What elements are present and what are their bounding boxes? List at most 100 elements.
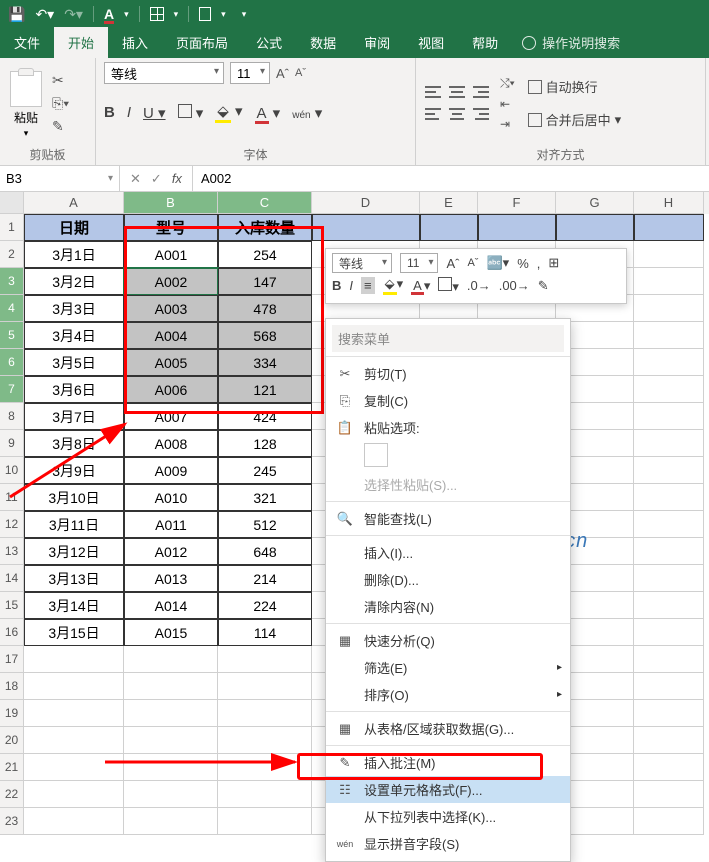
- align-top-icon[interactable]: [424, 85, 442, 99]
- cell[interactable]: A002: [124, 268, 218, 295]
- cell[interactable]: A005: [124, 349, 218, 376]
- row-header[interactable]: 13: [0, 538, 24, 565]
- fx-icon[interactable]: fx: [172, 171, 182, 186]
- cell[interactable]: 3月2日: [24, 268, 124, 295]
- cell[interactable]: 254: [218, 241, 312, 268]
- row-header[interactable]: 20: [0, 727, 24, 754]
- align-middle-icon[interactable]: [448, 85, 466, 99]
- tab-page-layout[interactable]: 页面布局: [162, 27, 242, 58]
- column-header[interactable]: A: [24, 192, 124, 214]
- mini-bold-button[interactable]: B: [332, 278, 341, 293]
- menu-copy[interactable]: ⎘复制(C): [326, 387, 570, 414]
- cell[interactable]: A008: [124, 430, 218, 457]
- cell[interactable]: 3月13日: [24, 565, 124, 592]
- qat-customize-icon[interactable]: ▾: [242, 9, 247, 20]
- align-bottom-icon[interactable]: [472, 85, 490, 99]
- cell[interactable]: 3月7日: [24, 403, 124, 430]
- merge-center-button[interactable]: 合并后居中 ▾: [523, 107, 627, 132]
- align-center-icon[interactable]: [448, 107, 466, 121]
- font-color-qat-icon[interactable]: A: [104, 6, 114, 22]
- increase-indent-icon[interactable]: ⇥: [500, 117, 515, 131]
- cell[interactable]: [124, 646, 218, 673]
- underline-button[interactable]: U ▾: [143, 104, 166, 122]
- cell[interactable]: 3月5日: [24, 349, 124, 376]
- row-header[interactable]: 21: [0, 754, 24, 781]
- mini-increase-font-icon[interactable]: Aˆ: [446, 256, 459, 271]
- cell[interactable]: [124, 673, 218, 700]
- column-header[interactable]: B: [124, 192, 218, 214]
- cell[interactable]: 245: [218, 457, 312, 484]
- tell-me-search[interactable]: 操作说明搜索: [512, 27, 630, 58]
- cell[interactable]: [634, 322, 704, 349]
- tab-view[interactable]: 视图: [404, 27, 458, 58]
- cell[interactable]: [634, 457, 704, 484]
- mini-comma-icon[interactable]: ,: [537, 256, 541, 271]
- cell[interactable]: [218, 646, 312, 673]
- menu-pick-from-list[interactable]: 从下拉列表中选择(K)...: [326, 803, 570, 830]
- mini-decimal-dec-icon[interactable]: .00→: [499, 278, 530, 293]
- cell[interactable]: 3月3日: [24, 295, 124, 322]
- row-header[interactable]: 19: [0, 700, 24, 727]
- menu-show-phonetic[interactable]: wén显示拼音字段(S): [326, 830, 570, 857]
- cell[interactable]: 3月10日: [24, 484, 124, 511]
- cell[interactable]: [634, 538, 704, 565]
- cell[interactable]: 424: [218, 403, 312, 430]
- cell[interactable]: [634, 511, 704, 538]
- cell[interactable]: 214: [218, 565, 312, 592]
- mini-align-center-icon[interactable]: ≡: [361, 277, 375, 294]
- cell[interactable]: A007: [124, 403, 218, 430]
- select-all-corner[interactable]: [0, 192, 24, 214]
- column-header[interactable]: E: [420, 192, 478, 214]
- mini-fill-color-icon[interactable]: ⬙▾: [383, 276, 404, 295]
- cell[interactable]: 321: [218, 484, 312, 511]
- row-header[interactable]: 10: [0, 457, 24, 484]
- cell[interactable]: [124, 700, 218, 727]
- cancel-icon[interactable]: ✕: [130, 171, 141, 187]
- menu-search-input[interactable]: 搜索菜单: [332, 325, 564, 352]
- cell[interactable]: [24, 754, 124, 781]
- menu-insert[interactable]: 插入(I)...: [326, 539, 570, 566]
- cell[interactable]: 568: [218, 322, 312, 349]
- phonetic-button[interactable]: wén ▾: [292, 104, 322, 122]
- cell[interactable]: [24, 673, 124, 700]
- tab-insert[interactable]: 插入: [108, 27, 162, 58]
- cell[interactable]: [634, 619, 704, 646]
- mini-border-icon[interactable]: ▾: [438, 277, 459, 295]
- mini-decimal-inc-icon[interactable]: .0→: [467, 278, 491, 293]
- bold-button[interactable]: B: [104, 104, 115, 121]
- menu-smart-lookup[interactable]: 🔍智能查找(L): [326, 505, 570, 532]
- cell[interactable]: [634, 376, 704, 403]
- cell[interactable]: [218, 673, 312, 700]
- cell[interactable]: 3月9日: [24, 457, 124, 484]
- cell[interactable]: A013: [124, 565, 218, 592]
- tab-formulas[interactable]: 公式: [242, 27, 296, 58]
- cell[interactable]: [634, 268, 704, 295]
- mini-size-select[interactable]: 11: [400, 253, 438, 273]
- cell[interactable]: A014: [124, 592, 218, 619]
- cell[interactable]: [124, 781, 218, 808]
- row-header[interactable]: 12: [0, 511, 24, 538]
- menu-cut[interactable]: ✂剪切(T): [326, 360, 570, 387]
- cell[interactable]: 3月15日: [24, 619, 124, 646]
- font-name-select[interactable]: 等线: [104, 62, 224, 84]
- format-painter-icon[interactable]: ✎: [52, 118, 69, 135]
- menu-sort[interactable]: 排序(O)▸: [326, 681, 570, 708]
- cell[interactable]: 3月6日: [24, 376, 124, 403]
- row-header[interactable]: 7: [0, 376, 24, 403]
- cell[interactable]: [218, 754, 312, 781]
- cell[interactable]: [24, 781, 124, 808]
- tab-data[interactable]: 数据: [296, 27, 350, 58]
- header-cell[interactable]: 入库数量: [218, 214, 312, 241]
- cell[interactable]: [634, 430, 704, 457]
- cell[interactable]: A010: [124, 484, 218, 511]
- menu-format-cells[interactable]: ☷设置单元格格式(F)...: [326, 776, 570, 803]
- header-cell[interactable]: 型号: [124, 214, 218, 241]
- cell[interactable]: 648: [218, 538, 312, 565]
- row-header[interactable]: 11: [0, 484, 24, 511]
- row-header[interactable]: 9: [0, 430, 24, 457]
- cell[interactable]: [634, 727, 704, 754]
- cell[interactable]: [24, 808, 124, 835]
- row-header[interactable]: 4: [0, 295, 24, 322]
- column-header[interactable]: G: [556, 192, 634, 214]
- cell[interactable]: 224: [218, 592, 312, 619]
